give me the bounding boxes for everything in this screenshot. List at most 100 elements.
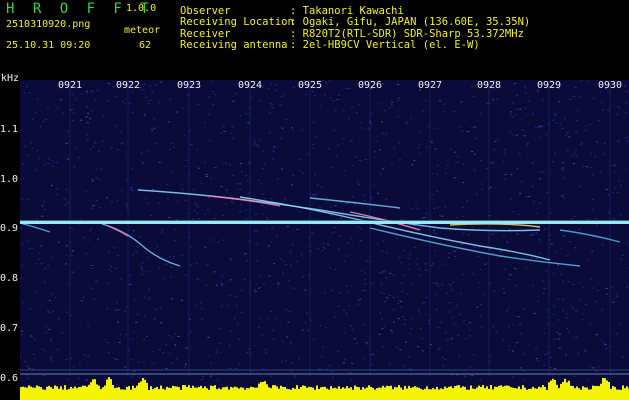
noise-speck — [425, 313, 427, 315]
level-bar — [238, 388, 240, 400]
y-tick-label: 0.9 — [0, 223, 19, 234]
noise-speck — [40, 263, 43, 265]
noise-speck — [514, 284, 517, 286]
level-bar — [134, 388, 136, 400]
noise-speck — [219, 328, 222, 330]
noise-speck — [272, 226, 275, 228]
noise-speck — [383, 293, 385, 295]
noise-speck — [328, 148, 330, 150]
noise-speck — [512, 324, 515, 326]
noise-speck — [193, 209, 196, 211]
noise-speck — [564, 355, 567, 357]
level-bar — [274, 385, 276, 400]
noise-speck — [302, 172, 305, 174]
noise-speck — [85, 105, 88, 107]
noise-speck — [280, 168, 283, 170]
level-bar — [244, 389, 246, 400]
noise-speck — [473, 169, 476, 171]
noise-speck — [568, 241, 571, 243]
noise-speck — [446, 292, 448, 294]
noise-speck — [595, 334, 598, 335]
noise-speck — [432, 173, 434, 175]
level-bar — [116, 387, 118, 400]
level-bar — [198, 387, 200, 400]
noise-speck — [425, 146, 428, 148]
noise-speck — [265, 217, 268, 219]
noise-speck — [416, 258, 419, 260]
noise-speck — [286, 226, 289, 228]
noise-speck — [618, 107, 621, 109]
noise-speck — [220, 186, 223, 188]
app-version: 1.0.0 — [126, 3, 157, 14]
level-bar — [482, 385, 484, 400]
noise-speck — [332, 100, 335, 102]
level-bar — [168, 387, 170, 400]
x-tick-label: 0926 — [357, 80, 383, 91]
noise-speck — [318, 368, 321, 370]
noise-speck — [119, 333, 122, 335]
noise-speck — [383, 325, 386, 327]
noise-speck — [409, 117, 412, 119]
noise-speck — [57, 318, 60, 320]
noise-speck — [393, 147, 396, 149]
noise-speck — [90, 207, 93, 209]
level-bar — [486, 386, 488, 400]
noise-speck — [621, 254, 624, 256]
level-bar — [266, 384, 268, 400]
noise-speck — [507, 278, 510, 280]
noise-speck — [266, 218, 269, 220]
noise-speck — [374, 157, 377, 159]
level-bar — [558, 388, 560, 400]
level-bar — [388, 386, 390, 400]
noise-speck — [539, 136, 542, 138]
noise-speck — [595, 301, 598, 302]
noise-speck — [335, 156, 338, 157]
level-bar — [406, 388, 408, 400]
level-bar — [430, 389, 432, 400]
noise-speck — [289, 264, 292, 266]
noise-speck — [391, 104, 393, 106]
level-bar — [518, 386, 520, 400]
noise-speck — [65, 189, 68, 190]
noise-speck — [65, 263, 68, 265]
level-bar — [174, 386, 176, 400]
level-bar — [36, 385, 38, 400]
noise-speck — [50, 359, 53, 361]
noise-speck — [462, 232, 465, 234]
noise-speck — [515, 114, 517, 116]
noise-speck — [480, 326, 483, 328]
noise-speck — [419, 274, 422, 276]
noise-speck — [148, 100, 151, 102]
noise-speck — [230, 201, 233, 203]
noise-speck — [337, 248, 340, 250]
noise-speck — [201, 379, 203, 380]
noise-speck — [321, 186, 324, 188]
level-bar — [140, 381, 142, 400]
noise-speck — [151, 129, 154, 131]
noise-speck — [208, 113, 211, 115]
noise-speck — [493, 290, 496, 292]
noise-speck — [589, 153, 592, 154]
noise-speck — [263, 284, 265, 285]
level-bar — [26, 387, 28, 400]
level-bar — [412, 387, 414, 400]
noise-speck — [61, 112, 64, 114]
noise-speck — [222, 125, 225, 127]
noise-speck — [283, 94, 286, 96]
noise-speck — [141, 162, 144, 164]
noise-speck — [409, 253, 412, 255]
level-bar — [294, 388, 296, 400]
noise-speck — [612, 192, 615, 194]
noise-speck — [186, 94, 189, 96]
noise-speck — [113, 247, 116, 249]
noise-speck — [349, 372, 352, 374]
noise-speck — [173, 239, 176, 241]
level-bar — [150, 386, 152, 400]
noise-speck — [324, 292, 327, 294]
noise-speck — [71, 93, 74, 95]
noise-speck — [163, 277, 166, 279]
noise-speck — [592, 97, 595, 99]
noise-speck — [71, 250, 74, 252]
noise-speck — [364, 279, 367, 281]
noise-speck — [120, 142, 123, 144]
